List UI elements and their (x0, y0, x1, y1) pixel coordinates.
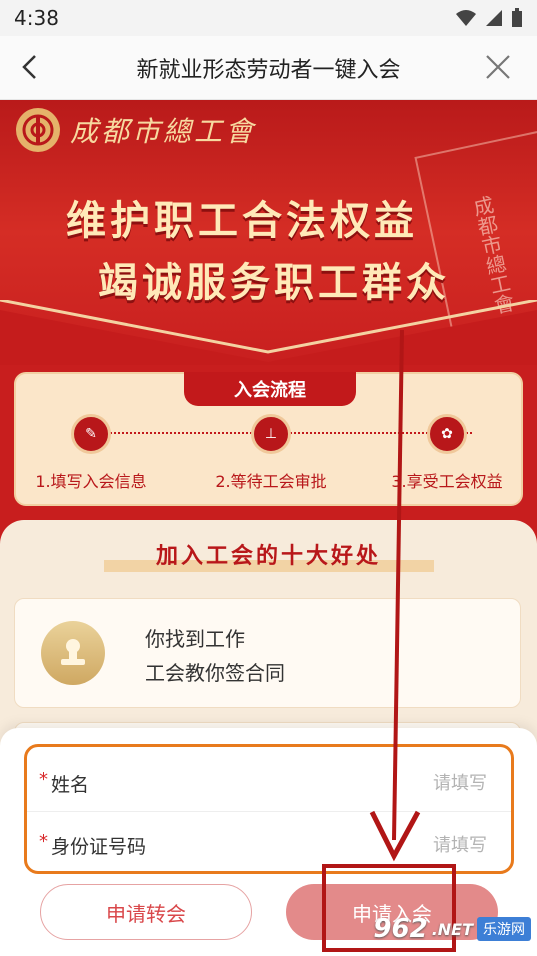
name-row: * 姓名 (27, 751, 511, 812)
hero-banner: 成都市總工會 成都市總工會 维护职工合法权益 竭诚服务职工群众 (0, 100, 537, 365)
org-name: 成都市總工會 (70, 115, 257, 148)
org-logo: 成都市總工會 (16, 106, 256, 154)
member-form: * 姓名 * 身份证号码 (24, 744, 514, 874)
nav-bar: 新就业形态劳动者一键入会 (0, 36, 537, 100)
edit-icon: ✎ (71, 414, 111, 454)
wifi-icon (456, 10, 476, 26)
process-step-2: ⊥ 2.等待工会审批 (196, 414, 346, 492)
stamp-icon: ⊥ (251, 414, 291, 454)
benefit-line-1: 你找到工作 (145, 627, 245, 651)
slogan-line-1: 维护职工合法权益 (66, 198, 418, 244)
page-title: 新就业形态劳动者一键入会 (136, 57, 401, 83)
status-time: 4:38 (14, 6, 59, 30)
name-label: 姓名 (51, 774, 90, 796)
watermark: 962 .NET 乐游网 (373, 904, 531, 954)
back-button[interactable] (14, 52, 44, 82)
transfer-button[interactable]: 申请转会 (40, 884, 252, 940)
battery-icon (512, 8, 522, 27)
status-icons (455, 8, 523, 28)
process-step-label: 1.填写入会信息 (35, 472, 147, 491)
id-number-row: * 身份证号码 (27, 813, 511, 873)
badge-icon: ✿ (427, 414, 467, 454)
join-process-panel: 入会流程 ✎ 1.填写入会信息 ⊥ 2.等待工会审批 ✿ 3.享受工会权益 (14, 372, 523, 506)
id-number-label: 身份证号码 (51, 836, 147, 858)
benefits-heading: 加入工会的十大好处 (155, 544, 381, 569)
signal-icon (486, 10, 502, 26)
process-step-label: 3.享受工会权益 (391, 472, 503, 491)
stamp-icon (41, 621, 105, 685)
booklet-text: 成都市總工會 (468, 193, 517, 317)
chevron-left-icon (22, 55, 36, 79)
status-bar: 4:38 (0, 0, 537, 36)
watermark-brand: 乐游网 (477, 917, 531, 941)
required-mark: * (39, 831, 48, 852)
name-input[interactable] (305, 767, 489, 799)
watermark-number: 962 (373, 914, 428, 944)
process-step-3: ✿ 3.享受工会权益 (372, 414, 522, 492)
union-emblem-icon (16, 108, 60, 152)
required-mark: * (39, 769, 48, 790)
process-tag: 入会流程 (184, 372, 356, 406)
close-button[interactable] (483, 52, 513, 82)
benefit-line-2: 工会教你签合同 (145, 661, 285, 685)
id-number-input[interactable] (305, 829, 489, 861)
process-step-label: 2.等待工会审批 (215, 472, 327, 491)
benefit-card[interactable]: 你找到工作 工会教你签合同 (14, 598, 521, 708)
process-step-1: ✎ 1.填写入会信息 (16, 414, 166, 492)
watermark-suffix: .NET (431, 919, 473, 939)
close-icon (486, 55, 510, 79)
banner-chevron (0, 300, 537, 365)
